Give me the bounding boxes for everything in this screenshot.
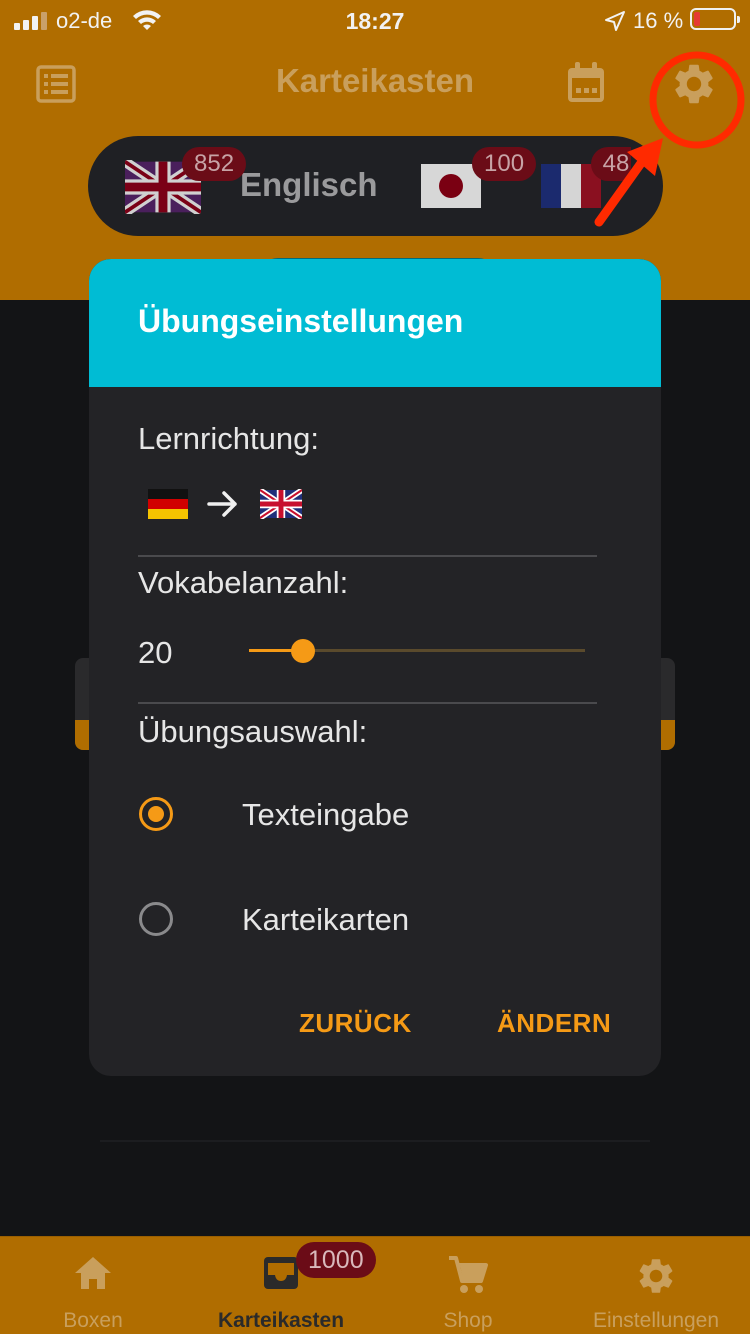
- tab-label-einstellungen: Einstellungen: [592, 1309, 720, 1332]
- tab-label-shop: Shop: [443, 1309, 493, 1332]
- back-button[interactable]: ZURÜCK: [299, 1008, 412, 1039]
- option-label-karteikarten[interactable]: Karteikarten: [242, 902, 409, 938]
- dialog-header: Übungseinstellungen: [89, 259, 661, 387]
- tab-label-boxen: Boxen: [63, 1309, 123, 1332]
- german-flag-icon: [148, 489, 188, 519]
- exercise-choice-label: Übungsauswahl:: [138, 714, 368, 749]
- japan-flag-icon[interactable]: [421, 164, 481, 208]
- dialog-title: Übungseinstellungen: [138, 303, 464, 339]
- location-arrow-icon: [605, 11, 625, 31]
- vocab-count-label: Vokabelanzahl:: [138, 565, 349, 600]
- tab-einstellungen[interactable]: Einstellungen: [578, 1237, 734, 1334]
- exercise-settings-dialog: Übungseinstellungen Lernrichtung: Vokabe…: [89, 259, 661, 1076]
- slider-thumb[interactable]: [291, 639, 315, 663]
- battery-icon: [690, 8, 740, 30]
- battery-percentage: 16 %: [633, 8, 684, 33]
- tab-label-karteikasten: Karteikasten: [217, 1309, 345, 1332]
- status-bar: o2-de 18:27 16 %: [0, 0, 750, 44]
- radio-karteikarten[interactable]: [139, 902, 173, 936]
- tab-shop[interactable]: Shop: [400, 1237, 536, 1334]
- japanese-count-badge: 100: [472, 147, 537, 181]
- language-name-english[interactable]: Englisch: [240, 166, 378, 204]
- inbox-icon: [264, 1257, 298, 1289]
- option-label-texteingabe[interactable]: Texteingabe: [242, 797, 409, 833]
- divider: [138, 555, 597, 557]
- tab-bar: Boxen Karteikasten Shop Einstellungen: [0, 1236, 750, 1334]
- arrow-right-icon: [207, 491, 237, 517]
- annotation-circle-arrow: [594, 51, 745, 227]
- uk-flag-icon: [260, 489, 302, 519]
- cart-icon: [449, 1256, 488, 1293]
- change-button[interactable]: ÄNDERN: [497, 1008, 611, 1039]
- direction-label: Lernrichtung:: [138, 421, 319, 456]
- radio-texteingabe[interactable]: [139, 797, 173, 831]
- divider: [138, 702, 597, 704]
- background-divider: [100, 1140, 650, 1142]
- tab-boxen[interactable]: Boxen: [28, 1237, 158, 1334]
- vocab-count-value: 20: [138, 635, 173, 670]
- gear-icon: [639, 1259, 673, 1293]
- english-count-badge: 852: [182, 147, 247, 181]
- karteikasten-count-badge: 1000: [296, 1242, 376, 1278]
- home-icon: [75, 1257, 111, 1289]
- vocab-count-slider[interactable]: [249, 639, 585, 663]
